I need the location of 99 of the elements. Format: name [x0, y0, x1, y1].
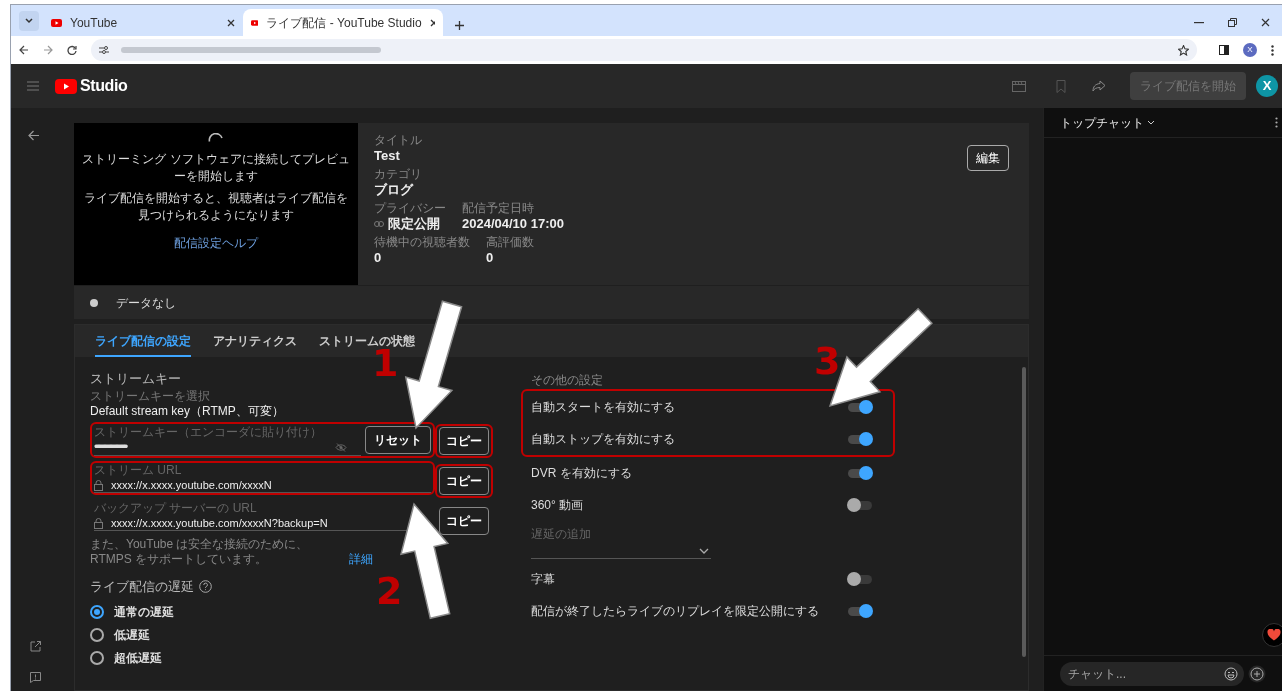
- radio-button[interactable]: [90, 627, 104, 642]
- toggle-switch[interactable]: [847, 497, 873, 513]
- stream-key-select[interactable]: Default stream key（RTMP、可変）: [90, 404, 284, 419]
- section-heading: ストリームキー: [90, 371, 181, 387]
- preview-note: ライブ配信を開始すると、視聴者はライブ配信を見つけられるようになります: [83, 190, 349, 224]
- url-field[interactable]: ストリーム URL xxxx://x.xxxx.youtube.com/xxxxN: [94, 463, 431, 493]
- setting-label: DVR を有効にする: [531, 465, 633, 482]
- eye-off-icon[interactable]: [335, 442, 347, 452]
- field-value: 2024/04/10 17:00: [462, 216, 564, 232]
- side-panel-icon[interactable]: [1219, 45, 1229, 55]
- field-label: タイトル: [374, 133, 422, 148]
- video-logo-icon: [251, 18, 259, 27]
- rtmps-note: また、YouTube は安全な接続のために、RTMPS をサポートしています。: [90, 537, 310, 567]
- section-heading: その他の設定: [531, 372, 603, 389]
- chevron-down-icon: [1147, 120, 1155, 125]
- help-icon[interactable]: [199, 580, 212, 594]
- setting-label: 自動ストップを有効にする: [531, 431, 676, 448]
- field-value: Test: [374, 148, 400, 164]
- edit-button[interactable]: 編集: [967, 145, 1009, 171]
- more-icon[interactable]: [1271, 44, 1274, 56]
- address-field[interactable]: [91, 39, 1197, 61]
- browser-tab[interactable]: YouTube: [43, 9, 243, 36]
- chevron-down-icon: [699, 547, 709, 554]
- setting-label: 360° 動画: [531, 497, 585, 514]
- external-link-icon[interactable]: [29, 641, 41, 652]
- field-value: ブログ: [374, 182, 413, 198]
- field-label: プライバシー: [374, 201, 446, 216]
- field-label: 高評価数: [486, 235, 534, 250]
- add-icon[interactable]: [1248, 664, 1266, 683]
- radio-option[interactable]: 低遅延: [90, 625, 150, 644]
- field-value: 0: [374, 250, 382, 266]
- avatar[interactable]: X: [1256, 75, 1278, 97]
- tab-title: YouTube: [70, 14, 119, 32]
- callout-number: 2: [376, 572, 403, 610]
- play-logo-icon: [55, 78, 77, 94]
- more-icon[interactable]: [1275, 117, 1278, 128]
- browser-tab[interactable]: ライブ配信 - YouTube Studio: [243, 9, 443, 36]
- feedback-icon[interactable]: [29, 672, 41, 683]
- section-heading: ライブ配信の遅延: [90, 578, 194, 596]
- copy-button[interactable]: コピー: [439, 427, 489, 455]
- back-icon[interactable]: [19, 45, 29, 55]
- close-icon[interactable]: [429, 18, 435, 27]
- chat-mode-dropdown[interactable]: トップチャット: [1060, 113, 1155, 132]
- lock-icon: [94, 479, 103, 491]
- toggle-switch[interactable]: [847, 465, 873, 481]
- lock-icon: [94, 517, 103, 529]
- radio-button[interactable]: [90, 650, 104, 665]
- reset-button[interactable]: リセット: [365, 426, 431, 454]
- field-value: 限定公開: [388, 216, 440, 232]
- tab-title: ライブ配信 - YouTube Studio: [266, 14, 422, 32]
- link-icon: [374, 221, 384, 227]
- chevron-down-icon: [25, 18, 33, 24]
- toggle-switch[interactable]: [847, 603, 873, 619]
- setting-label: 配信が終了したらライブのリプレイを限定公開にする: [531, 603, 820, 620]
- toggle-switch[interactable]: [847, 399, 873, 415]
- star-icon[interactable]: [1178, 44, 1189, 56]
- copy-button[interactable]: コピー: [439, 467, 489, 495]
- stream-key-field[interactable]: ストリームキー（エンコーダに貼り付け） ••••••••••••••••••••••••••: [94, 424, 361, 456]
- field-value: 0: [486, 250, 494, 266]
- share-icon[interactable]: [1092, 80, 1106, 92]
- plus-icon: [455, 21, 464, 30]
- scrollbar[interactable]: [1022, 367, 1026, 657]
- minimize-icon[interactable]: [1194, 22, 1204, 24]
- logo-text: Studio: [80, 76, 128, 96]
- loading-spinner-icon: [208, 133, 224, 143]
- status-text: データなし: [116, 294, 176, 312]
- new-tab-button[interactable]: [455, 21, 464, 30]
- site-settings-icon[interactable]: [99, 46, 109, 54]
- radio-option[interactable]: 通常の遅延: [90, 602, 174, 621]
- clapperboard-icon[interactable]: [1012, 80, 1026, 92]
- field-label: 配信予定日時: [462, 201, 535, 216]
- radio-option[interactable]: 超低遅延: [90, 648, 162, 667]
- toggle-switch[interactable]: [847, 571, 873, 587]
- radio-button[interactable]: [90, 604, 104, 619]
- help-link[interactable]: 配信設定ヘルプ: [174, 234, 258, 252]
- copy-button[interactable]: コピー: [439, 507, 489, 535]
- field-label: カテゴリ: [374, 167, 422, 182]
- tab[interactable]: アナリティクス: [213, 327, 297, 357]
- toggle-switch[interactable]: [847, 431, 873, 447]
- heart-icon: [1267, 629, 1281, 641]
- reload-icon[interactable]: [67, 45, 77, 55]
- close-icon[interactable]: [1261, 18, 1270, 27]
- setting-label: 自動スタートを有効にする: [531, 399, 676, 416]
- back-arrow-icon[interactable]: [27, 130, 40, 141]
- chat-input[interactable]: チャット...: [1060, 661, 1244, 686]
- restore-icon[interactable]: [1228, 18, 1237, 27]
- forward-icon[interactable]: [43, 45, 53, 55]
- callout-number: 3: [814, 342, 841, 380]
- tab[interactable]: ライブ配信の設定: [95, 327, 191, 357]
- video-logo-icon: [51, 18, 62, 27]
- preview-message: ストリーミング ソフトウェアに接続してプレビューを開始します: [81, 151, 351, 185]
- setting-label: 字幕: [531, 571, 556, 588]
- reaction-button[interactable]: [1262, 623, 1282, 647]
- close-icon[interactable]: [227, 18, 235, 27]
- details-link[interactable]: 詳細: [349, 552, 373, 567]
- profile-avatar[interactable]: X: [1243, 43, 1257, 57]
- tab-list-button[interactable]: [19, 11, 39, 31]
- field-label: 待機中の視聴者数: [374, 235, 470, 250]
- field-label: ストリームキーを選択: [90, 389, 210, 404]
